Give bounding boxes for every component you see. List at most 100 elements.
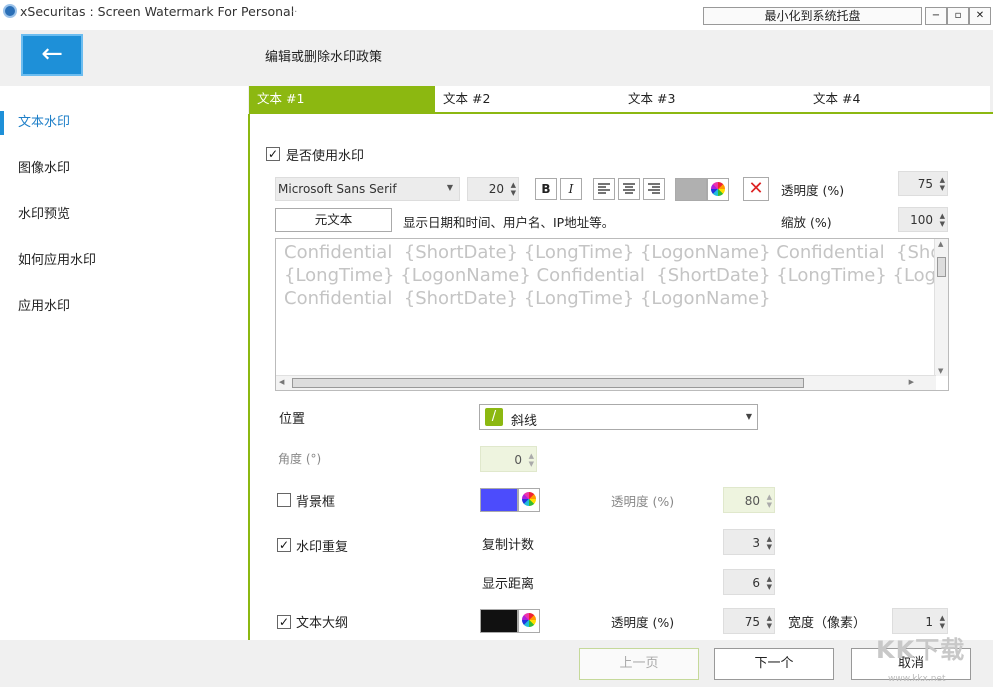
align-center-button[interactable] — [618, 178, 640, 200]
spinner-arrows-icon: ▲ ▼ — [510, 181, 516, 197]
display-distance-label: 显示距离 — [482, 577, 535, 592]
color-wheel-icon[interactable] — [518, 488, 540, 512]
tab-text-4[interactable]: 文本 #4 — [805, 86, 990, 112]
watermark-repeat-checkbox[interactable]: ✓ — [277, 538, 291, 552]
background-opacity-stepper[interactable]: 80 ▲ ▼ — [723, 487, 775, 513]
sidebar-item-how-to-apply[interactable]: 如何应用水印 — [0, 241, 248, 281]
align-left-button[interactable] — [593, 178, 615, 200]
use-watermark-label: 是否使用水印 — [286, 149, 365, 164]
angle-stepper[interactable]: 0 ▲ ▼ — [480, 446, 537, 472]
opacity-value: 75 — [917, 177, 933, 191]
maximize-icon[interactable]: ▫ — [947, 7, 969, 25]
spinner-arrows-icon: ▲ ▼ — [766, 575, 772, 591]
header: ← 编辑或删除水印政策 — [0, 30, 993, 86]
spinner-arrows-icon: ▲ ▼ — [939, 614, 945, 630]
tab-text-3[interactable]: 文本 #3 — [620, 86, 805, 112]
spinner-arrows-icon: ▲ ▼ — [766, 535, 772, 551]
chevron-down-icon: ▼ — [745, 412, 752, 421]
bold-button[interactable]: B — [535, 178, 557, 200]
tab-text-2[interactable]: 文本 #2 — [435, 86, 620, 112]
back-arrow-icon[interactable]: ← — [21, 34, 83, 76]
spinner-arrows-icon: ▲ ▼ — [939, 176, 945, 192]
page-title: 编辑或删除水印政策 — [265, 50, 383, 65]
align-center-icon — [623, 183, 635, 194]
align-right-icon — [648, 183, 660, 194]
meta-text-hint: 显示日期和时间、用户名、IP地址等。 — [403, 215, 615, 230]
title-bar: xSecuritas : Screen Watermark For Person… — [0, 0, 993, 30]
font-size-stepper[interactable]: 20 ▲ ▼ — [467, 177, 519, 201]
brand-url: www.kkx.net — [888, 674, 946, 684]
use-watermark-checkbox[interactable]: ✓ — [266, 147, 280, 161]
spinner-arrows-icon: ▲ ▼ — [766, 493, 772, 509]
display-distance-value: 6 — [752, 576, 760, 590]
position-value: 斜线 — [511, 414, 538, 429]
scale-value: 100 — [910, 213, 933, 227]
title-suffix: .. — [291, 4, 298, 15]
sidebar-item-apply-watermark[interactable]: 应用水印 — [0, 287, 248, 327]
minimize-icon[interactable]: − — [925, 7, 947, 25]
background-opacity-label: 透明度 (%) — [611, 494, 675, 509]
background-color-swatch[interactable] — [480, 488, 518, 512]
angle-label: 角度 (°) — [278, 452, 322, 466]
outline-opacity-stepper[interactable]: 75 ▲ ▼ — [723, 608, 775, 634]
watermark-repeat-label: 水印重复 — [296, 540, 349, 555]
font-name: Microsoft Sans Serif — [278, 182, 397, 196]
delete-icon[interactable]: ✕ — [743, 177, 769, 201]
position-select[interactable]: / 斜线 ▼ — [479, 404, 758, 430]
watermark-text-input[interactable]: Confidential {ShortDate} {LongTime} {Log… — [275, 238, 949, 391]
sidebar: 文本水印 图像水印 水印预览 如何应用水印 应用水印 — [0, 86, 248, 640]
display-distance-stepper[interactable]: 6 ▲ ▼ — [723, 569, 775, 595]
align-left-icon — [598, 183, 610, 194]
position-label: 位置 — [279, 412, 306, 427]
brand-logo: KK下载 — [876, 636, 966, 664]
text-outline-label: 文本大纲 — [296, 616, 349, 631]
horizontal-scrollbar[interactable]: ◀ ▶ — [276, 375, 936, 390]
background-box-label: 背景框 — [296, 495, 336, 510]
horizontal-scroll-thumb[interactable] — [292, 378, 804, 388]
minimize-to-tray-button[interactable]: 最小化到系统托盘 — [703, 7, 922, 25]
outline-color-swatch[interactable] — [480, 609, 518, 633]
background-box-checkbox[interactable] — [277, 493, 291, 507]
scale-stepper[interactable]: 100 ▲ ▼ — [898, 207, 948, 232]
outline-width-value: 1 — [925, 615, 933, 629]
copy-count-label: 复制计数 — [482, 538, 535, 553]
close-icon[interactable]: ✕ — [969, 7, 991, 25]
vertical-scrollbar[interactable]: ▲ ▼ — [934, 239, 948, 376]
next-button[interactable]: 下一个 — [714, 648, 834, 680]
sidebar-item-text-watermark[interactable]: 文本水印 — [0, 103, 248, 143]
opacity-label: 透明度 (%) — [781, 183, 845, 198]
app-icon — [3, 4, 17, 18]
previous-button[interactable]: 上一页 — [579, 648, 699, 680]
copy-count-stepper[interactable]: 3 ▲ ▼ — [723, 529, 775, 555]
vertical-scroll-thumb[interactable] — [937, 257, 946, 277]
align-right-button[interactable] — [643, 178, 665, 200]
opacity-stepper[interactable]: 75 ▲ ▼ — [898, 171, 948, 196]
background-opacity-value: 80 — [744, 494, 760, 508]
outline-width-label: 宽度（像素） — [788, 616, 867, 631]
outline-opacity-value: 75 — [744, 615, 760, 629]
tab-text-1[interactable]: 文本 #1 — [249, 86, 435, 112]
diagonal-line-icon: / — [485, 408, 503, 426]
color-wheel-icon[interactable] — [707, 178, 729, 201]
italic-button[interactable]: I — [560, 178, 582, 200]
copy-count-value: 3 — [752, 536, 760, 550]
font-size-value: 20 — [488, 182, 504, 196]
spinner-arrows-icon: ▲ ▼ — [528, 452, 534, 468]
outline-opacity-label: 透明度 (%) — [611, 615, 675, 630]
color-wheel-icon[interactable] — [518, 609, 540, 633]
font-select[interactable]: Microsoft Sans Serif ▼ — [275, 177, 460, 201]
spinner-arrows-icon: ▲ ▼ — [939, 212, 945, 228]
sidebar-item-image-watermark[interactable]: 图像水印 — [0, 149, 248, 189]
watermark-preview-text: Confidential {ShortDate} {LongTime} {Log… — [284, 242, 934, 309]
tab-bar: 文本 #1 文本 #2 文本 #3 文本 #4 — [249, 86, 990, 112]
chevron-down-icon: ▼ — [446, 183, 453, 192]
window-title: xSecuritas : Screen Watermark For Person… — [20, 4, 295, 19]
angle-value: 0 — [514, 453, 522, 467]
meta-text-button[interactable]: 元文本 — [275, 208, 392, 232]
text-color-swatch[interactable] — [675, 178, 707, 201]
sidebar-item-watermark-preview[interactable]: 水印预览 — [0, 195, 248, 235]
footer: 上一页 下一个 取消 — [0, 640, 993, 687]
spinner-arrows-icon: ▲ ▼ — [766, 614, 772, 630]
scale-label: 缩放 (%) — [781, 215, 832, 230]
text-outline-checkbox[interactable]: ✓ — [277, 615, 291, 629]
